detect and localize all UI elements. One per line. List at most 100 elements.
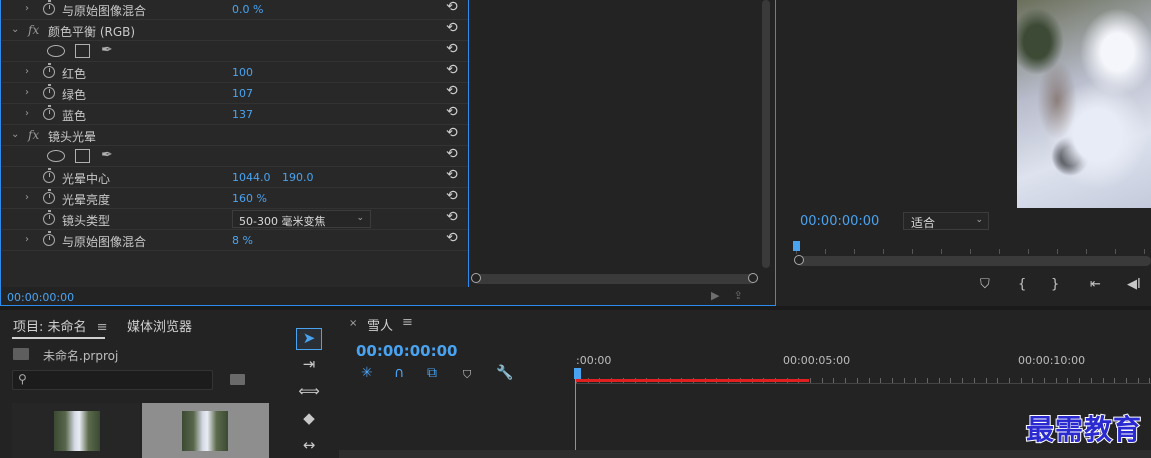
stopwatch-icon[interactable] [43,0,55,15]
snap-icon[interactable]: ∩ [394,365,404,381]
new-search-bin-icon[interactable] [230,374,245,385]
program-zoom-scrollbar[interactable] [794,255,1151,266]
parameter-label: 绿色 [62,88,87,102]
close-icon[interactable]: × [349,318,357,329]
parameter-value[interactable]: 137 [232,108,253,121]
stopwatch-icon[interactable] [43,210,55,225]
effect-parameter-row[interactable]: 镜头类型 50-300 毫米变焦 ⌄ ⟲ [2,209,468,230]
effect-parameter-row[interactable]: › 与原始图像混合 0.0 % ⟲ [2,0,468,20]
parameter-value[interactable]: 100 [232,66,253,79]
effect-vertical-scrollbar[interactable] [762,0,770,268]
effect-parameter-row[interactable]: 光晕中心 1044.0 190.0 ⟲ [2,167,468,188]
selection-tool-icon[interactable]: ➤ [296,328,322,350]
rectangle-mask-icon[interactable] [75,44,90,58]
stopwatch-icon[interactable] [43,63,55,78]
chevron-right-icon[interactable]: › [25,87,35,98]
reset-icon[interactable]: ⟲ [446,62,458,78]
stopwatch-icon[interactable] [43,189,55,204]
panel-menu-icon[interactable]: ≡ [402,315,413,330]
project-item-selected[interactable] [142,403,269,458]
go-to-in-icon[interactable]: ⇤ [1090,277,1101,292]
add-marker-icon[interactable]: ⛉ [463,368,471,382]
rectangle-mask-icon[interactable] [75,149,90,163]
chevron-right-icon[interactable]: › [25,3,35,14]
stopwatch-icon[interactable] [43,231,55,246]
marker-icon[interactable]: ⛉ [980,277,990,292]
effect-parameter-row[interactable]: › 与原始图像混合 8 % ⟲ [2,230,468,251]
program-scroll-handle[interactable] [794,255,804,265]
effect-header[interactable]: ⌄ fx 镜头光晕 ⟲ [2,125,468,146]
parameter-value[interactable]: 1044.0 [232,171,271,184]
effect-keyframe-area[interactable] [468,0,761,287]
panel-menu-icon[interactable]: ≡ [97,320,108,335]
razor-tool-icon[interactable]: ◆ [296,409,322,431]
play-audio-icon[interactable]: ▶ [711,289,733,302]
scroll-end-handle[interactable] [748,273,758,283]
reset-icon[interactable]: ⟲ [446,41,458,57]
reset-icon[interactable]: ⟲ [446,0,458,15]
wrench-icon[interactable]: 🔧 [496,365,513,381]
mask-tools-row[interactable]: ✒ ⟲ [2,41,468,62]
project-search-input[interactable]: ⚲ [12,370,213,390]
pen-mask-icon[interactable]: ✒ [101,42,113,58]
chevron-right-icon[interactable]: › [25,234,35,245]
ellipse-mask-icon[interactable] [47,45,65,57]
chevron-down-icon[interactable]: ⌄ [11,24,21,35]
pen-mask-icon[interactable]: ✒ [101,147,113,163]
tab-media-browser[interactable]: 媒体浏览器 [127,316,192,335]
export-icon[interactable]: ⇪ [733,289,756,302]
stopwatch-icon[interactable] [43,168,55,183]
parameter-value[interactable]: 8 % [232,234,253,247]
parameter-value[interactable]: 107 [232,87,253,100]
chevron-right-icon[interactable]: › [25,192,35,203]
reset-icon[interactable]: ⟲ [446,167,458,183]
reset-icon[interactable]: ⟲ [446,146,458,162]
parameter-value[interactable]: 0.0 % [232,3,263,16]
nest-icon[interactable]: ✳ [361,365,373,381]
effect-parameter-row[interactable]: › 红色 100 ⟲ [2,62,468,83]
program-playhead[interactable] [793,241,800,251]
playhead-line [575,379,576,458]
effect-parameter-row[interactable]: › 蓝色 137 ⟲ [2,104,468,125]
fx-icon[interactable]: fx [28,128,39,142]
effect-parameter-row[interactable]: › 光晕亮度 160 % ⟲ [2,188,468,209]
reset-icon[interactable]: ⟲ [446,230,458,246]
program-timecode[interactable]: 00:00:00:00 [800,214,879,229]
slip-tool-icon[interactable]: ↔ [296,436,322,458]
active-tab-indicator [12,337,105,339]
mask-tools-row[interactable]: ✒ ⟲ [2,146,468,167]
stopwatch-icon[interactable] [43,84,55,99]
tab-project[interactable]: 项目: 未命名 ≡ [13,316,108,335]
mark-in-icon[interactable]: { [1018,277,1026,292]
reset-icon[interactable]: ⟲ [446,83,458,99]
mark-out-icon[interactable]: } [1051,277,1059,292]
timeline-playhead[interactable] [574,368,581,379]
ripple-edit-tool-icon[interactable]: ⟺ [296,382,322,404]
effect-header[interactable]: ⌄ fx 颜色平衡 (RGB) ⟲ [2,20,468,41]
sequence-tab[interactable]: 雪人 [367,315,393,334]
parameter-value[interactable]: 160 % [232,192,267,205]
linked-selection-icon[interactable]: ⧉ [427,365,437,381]
lens-type-select[interactable]: 50-300 毫米变焦 ⌄ [232,210,371,228]
reset-icon[interactable]: ⟲ [446,125,458,141]
chevron-right-icon[interactable]: › [25,108,35,119]
project-item[interactable] [12,403,140,458]
reset-icon[interactable]: ⟲ [446,20,458,36]
reset-icon[interactable]: ⟲ [446,188,458,204]
fx-icon[interactable]: fx [28,23,39,37]
ellipse-mask-icon[interactable] [47,150,65,162]
reset-icon[interactable]: ⟲ [446,104,458,120]
parameter-value-y[interactable]: 190.0 [282,171,314,184]
effect-parameter-row[interactable]: › 绿色 107 ⟲ [2,83,468,104]
track-select-tool-icon[interactable]: ⇥ [296,355,322,377]
chevron-down-icon[interactable]: ⌄ [11,129,21,140]
scroll-start-handle[interactable] [471,273,481,283]
step-back-icon[interactable]: ◀I [1127,277,1141,292]
program-time-ruler[interactable] [796,240,1151,254]
zoom-select[interactable]: 适合 ⌄ [903,212,989,230]
stopwatch-icon[interactable] [43,105,55,120]
effect-horizontal-scrollbar[interactable] [471,273,758,284]
sequence-timecode[interactable]: 00:00:00:00 [356,342,458,360]
chevron-right-icon[interactable]: › [25,66,35,77]
reset-icon[interactable]: ⟲ [446,209,458,225]
